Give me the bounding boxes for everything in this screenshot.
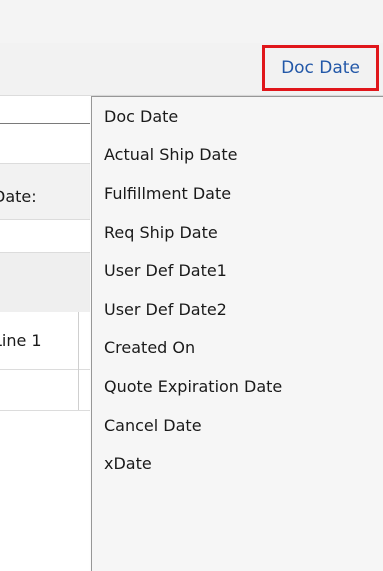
menu-item-actual-ship-date[interactable]: Actual Ship Date <box>92 136 383 175</box>
dropdown-menu-list: Doc Date Actual Ship Date Fulfillment Da… <box>92 97 383 483</box>
menu-item-user-def-date2[interactable]: User Def Date2 <box>92 290 383 329</box>
menu-item-user-def-date1[interactable]: User Def Date1 <box>92 251 383 290</box>
top-toolbar-band <box>0 0 383 44</box>
grid-row-divider <box>0 410 90 411</box>
menu-item-fulfillment-date[interactable]: Fulfillment Date <box>92 174 383 213</box>
date-field-dropdown-menu: Doc Date Actual Ship Date Fulfillment Da… <box>91 96 383 571</box>
menu-item-xdate[interactable]: xDate <box>92 444 383 483</box>
form-gray-panel <box>0 252 90 314</box>
menu-item-created-on[interactable]: Created On <box>92 329 383 368</box>
menu-item-doc-date[interactable]: Doc Date <box>92 97 383 136</box>
menu-item-quote-expiration-date[interactable]: Quote Expiration Date <box>92 367 383 406</box>
menu-item-req-ship-date[interactable]: Req Ship Date <box>92 213 383 252</box>
doc-date-link[interactable]: Doc Date <box>262 45 379 91</box>
date-field-label: Date: <box>0 187 37 206</box>
grid-column-divider <box>78 312 79 410</box>
menu-item-cancel-date[interactable]: Cancel Date <box>92 406 383 445</box>
grid-column-header-line1[interactable]: Line 1 <box>0 331 42 350</box>
form-divider <box>0 123 90 124</box>
